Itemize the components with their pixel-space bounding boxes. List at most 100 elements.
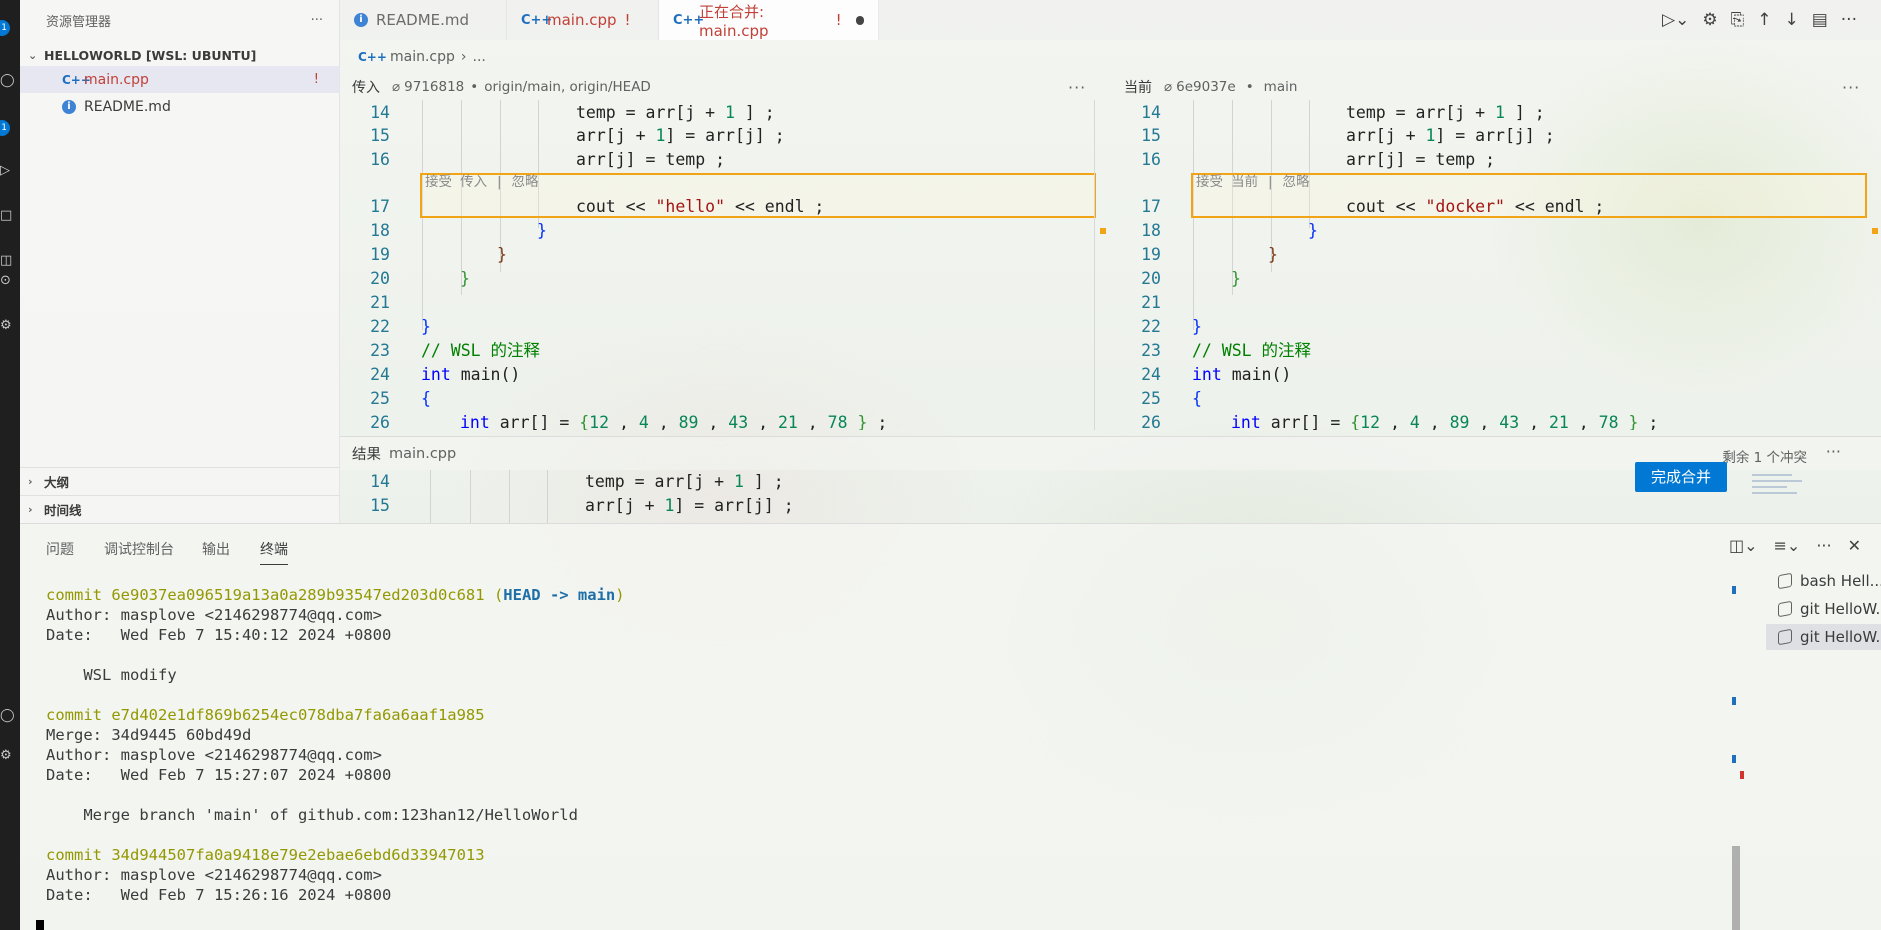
terminal-list-icon[interactable]: ≡⌄ [1774, 536, 1801, 555]
code-line: arr[j] = temp ; [1346, 150, 1496, 169]
indent-guide [470, 470, 471, 523]
terminal-line: commit 6e9037ea096519a13a0a289b93547ed20… [46, 586, 625, 604]
docker-icon[interactable]: ⊙ [0, 270, 20, 292]
tab-label: README.md [376, 11, 470, 29]
tab-merge-main-cpp[interactable]: C++ 正在合并: main.cpp ! [659, 0, 879, 40]
terminal-cursor [36, 920, 44, 930]
line-number: 21 [1141, 293, 1161, 312]
line-number: 20 [1141, 269, 1161, 288]
result-more-icon[interactable]: ··· [1826, 442, 1841, 461]
run-debug-icon[interactable]: ▷⌄ [1662, 10, 1689, 30]
code-line: } [460, 269, 470, 288]
settings-gear-icon[interactable]: ⚙ [0, 315, 20, 337]
cpp-file-icon: C++ [521, 12, 553, 28]
outline-section[interactable]: › 大纲 [20, 467, 340, 495]
terminal-scrollbar[interactable] [1732, 846, 1740, 930]
code-line: } [537, 221, 547, 240]
more-actions-icon[interactable]: ··· [1816, 536, 1831, 555]
outline-title: 大纲 [44, 475, 70, 490]
terminal-list-item[interactable]: git HelloW... [1766, 596, 1881, 622]
unsaved-dot-icon[interactable] [855, 15, 864, 25]
separator-dot: • [1245, 79, 1254, 95]
incoming-code-pane[interactable]: 14 temp = arr[j + 1 ] ; 15 arr[j + 1] = … [340, 100, 1110, 430]
line-number: 22 [370, 317, 390, 336]
head-ref: HEAD -> main [503, 586, 616, 604]
scroll-mark [1732, 755, 1736, 763]
line-number: 21 [370, 293, 390, 312]
workspace-section[interactable]: ⌄ HELLOWORLD [WSL: UBUNTU] [20, 44, 339, 66]
chevron-right-icon: › [28, 503, 33, 516]
close-panel-icon[interactable]: ✕ [1848, 536, 1861, 555]
code-line: } [421, 317, 431, 336]
code-line: cout << "docker" << endl ; [1346, 197, 1605, 216]
search-icon[interactable]: ◯ [0, 70, 20, 92]
line-number: 22 [1141, 317, 1161, 336]
code-comment: // WSL 的注释 [421, 341, 541, 360]
commit-hash: 6e9037ea096519a13a0a289b93547ed203d0c681 [111, 586, 485, 604]
commit-icon: ⌀ [1164, 79, 1173, 95]
incoming-more-icon[interactable]: ··· [1068, 78, 1086, 97]
open-file-icon[interactable]: ⎘ [1731, 10, 1745, 30]
breadcrumb-rest[interactable]: ... [473, 49, 486, 65]
incoming-string: "hello" [655, 197, 726, 216]
indent-guide [430, 470, 431, 523]
terminal-list-item[interactable]: bash Hell... [1766, 568, 1881, 594]
separator-dot: • [470, 79, 479, 95]
previous-conflict-icon[interactable]: ↑ [1757, 10, 1771, 30]
code-line: arr[j + 1] = arr[j] ; [1346, 126, 1555, 145]
more-actions-icon[interactable]: ··· [1841, 10, 1857, 30]
current-commit[interactable]: 6e9037e [1176, 79, 1236, 95]
complete-merge-button[interactable]: 完成合并 [1635, 462, 1727, 492]
breadcrumb-file[interactable]: main.cpp [390, 49, 455, 65]
tab-output[interactable]: 输出 [202, 539, 230, 559]
tab-readme[interactable]: i README.md [340, 0, 507, 40]
incoming-codelens[interactable]: 接受 传入 | 忽略 [425, 172, 539, 192]
tab-main-cpp[interactable]: C++ main.cpp ! [507, 0, 659, 40]
terminal-line: Author: masplove <2146298774@qq.com> [46, 746, 382, 764]
terminal-line: Merge: 34d9445 60bd49d [46, 726, 252, 744]
line-number: 17 [1141, 197, 1161, 216]
manage-gear-icon[interactable]: ⚙ [0, 745, 20, 767]
code-line: } [497, 245, 507, 264]
line-number: 23 [370, 341, 390, 360]
run-icon[interactable]: ▷ [0, 160, 20, 182]
current-codelens[interactable]: 接受 当前 | 忽略 [1196, 172, 1310, 192]
tab-debug-console[interactable]: 调试控制台 [104, 539, 174, 559]
terminal-list-item[interactable]: git HelloW... [1766, 624, 1881, 650]
tab-terminal[interactable]: 终端 [260, 539, 288, 565]
line-number: 15 [370, 126, 390, 145]
accounts-icon[interactable]: ◯ [0, 705, 20, 727]
file-item-main-cpp[interactable]: C++ main.cpp ! [20, 66, 339, 93]
terminal-line: Author: masplove <2146298774@qq.com> [46, 866, 382, 884]
terminal-icon [1778, 628, 1792, 646]
current-code-pane[interactable]: 14 temp = arr[j + 1 ] ; 15 arr[j + 1] = … [1111, 100, 1881, 430]
line-number: 24 [370, 365, 390, 384]
line-number: 19 [370, 245, 390, 264]
extensions-icon[interactable]: □ [0, 205, 20, 227]
code-line: int main() [421, 365, 521, 384]
split-terminal-icon[interactable]: ◫⌄ [1729, 536, 1758, 555]
terminal-line: Date: Wed Feb 7 15:27:07 2024 +0800 [46, 766, 392, 784]
code-line: } [1268, 245, 1278, 264]
settings-icon[interactable]: ⚙ [1702, 10, 1717, 30]
pane-divider [1094, 100, 1095, 430]
code-comment: // WSL 的注释 [1192, 341, 1312, 360]
file-item-readme[interactable]: i README.md [20, 93, 339, 120]
result-code-pane[interactable]: 14 temp = arr[j + 1 ] ; 15 arr[j + 1] = … [340, 470, 1540, 523]
next-conflict-icon[interactable]: ↓ [1784, 10, 1798, 30]
editor-tab-bar: i README.md C++ main.cpp ! C++ 正在合并: mai… [340, 0, 1881, 40]
sidebar-title: 资源管理器 [46, 14, 112, 30]
code-line: temp = arr[j + 1 ] ; [576, 103, 775, 122]
timeline-section[interactable]: › 时间线 [20, 495, 340, 523]
remote-icon[interactable]: ◫ [0, 250, 20, 272]
code-line: int arr[] = {12 , 4 , 89 , 43 , 21 , 78 … [460, 413, 888, 430]
tab-problems[interactable]: 问题 [46, 539, 74, 559]
code-line: arr[j + 1] = arr[j] ; [576, 126, 785, 145]
code-line: arr[j + 1] = arr[j] ; [585, 496, 794, 515]
file-name: main.cpp [84, 71, 149, 88]
current-more-icon[interactable]: ··· [1842, 78, 1860, 97]
minimap[interactable] [1752, 470, 1822, 523]
incoming-commit[interactable]: 9716818 [404, 79, 464, 95]
split-editor-icon[interactable]: ▤ [1812, 10, 1828, 30]
sidebar-more-button[interactable]: ··· [311, 13, 323, 28]
